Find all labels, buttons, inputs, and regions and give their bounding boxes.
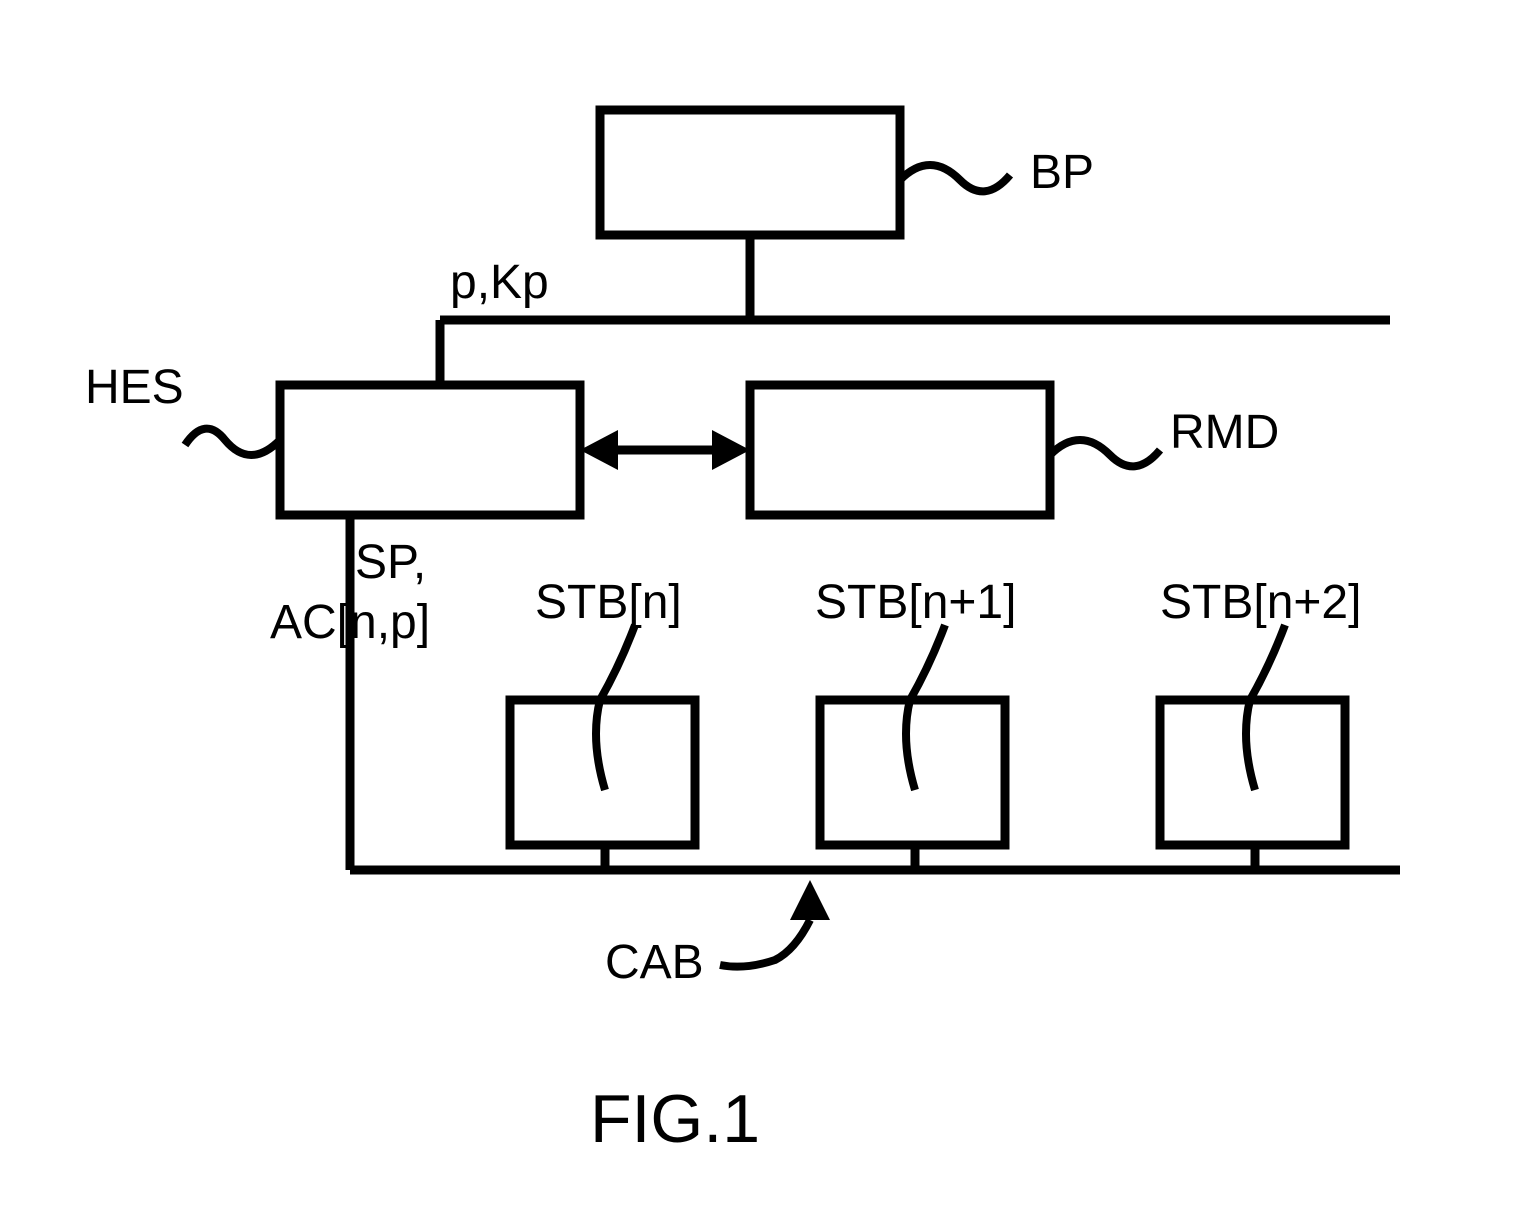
stbn-label: STB[n] [535,575,682,630]
stb-n-leader [596,625,635,790]
sp-label: SP, [355,535,426,590]
acnp-label: AC[n,p] [270,595,430,650]
bp-leader [900,165,1010,191]
hes-label: HES [85,360,184,415]
bp-box [600,110,900,235]
rmd-box [750,385,1050,515]
stb-n2-leader [1246,625,1285,790]
figure-label: FIG.1 [590,1080,760,1158]
rmd-label: RMD [1170,405,1279,460]
stbn2-label: STB[n+2] [1160,575,1361,630]
cab-arrowhead [790,880,830,920]
diagram-container: BP HES RMD p,Kp SP, AC[n,p] STB[n] STB[n… [0,0,1523,1228]
pkp-label: p,Kp [450,255,549,310]
cab-label: CAB [605,935,704,990]
rmd-leader [1050,440,1160,466]
hes-box [280,385,580,515]
stbn1-label: STB[n+1] [815,575,1016,630]
bp-label: BP [1030,145,1094,200]
stb-n1-leader [906,625,945,790]
hes-leader [185,429,280,455]
cab-leader [720,920,810,967]
